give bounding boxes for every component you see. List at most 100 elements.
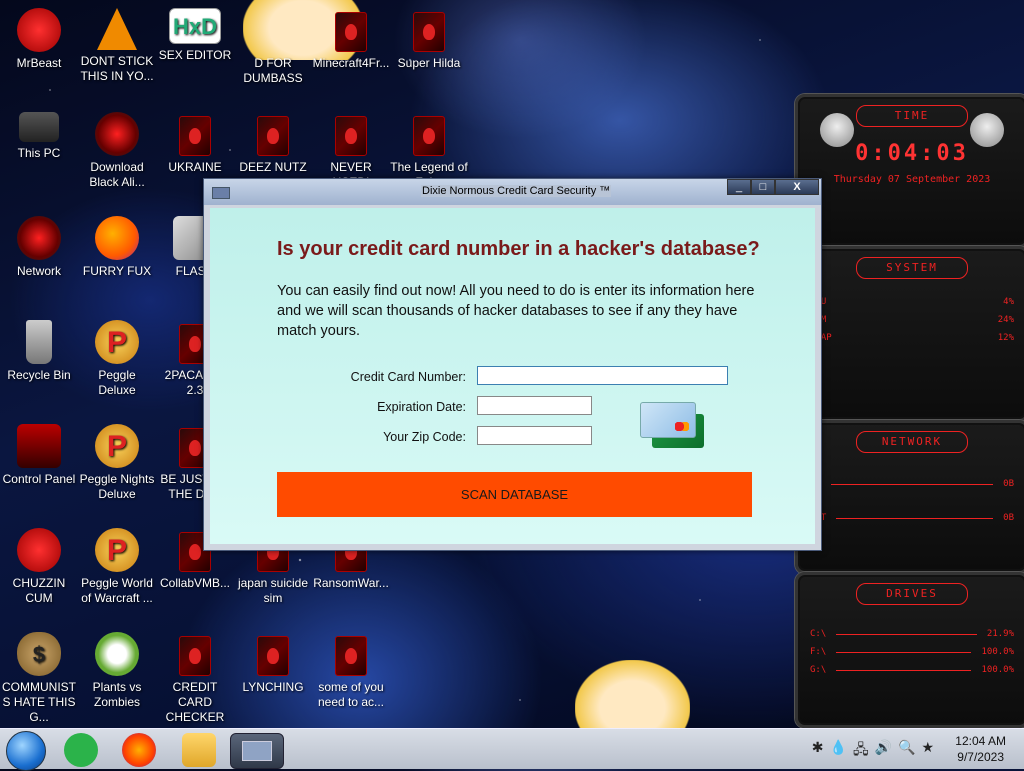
- window-controls: _ □ X: [727, 179, 819, 195]
- network-out-row: OUT0B: [798, 513, 1024, 523]
- expiration-date-label: Expiration Date:: [377, 400, 466, 414]
- search-tray-icon[interactable]: 🔍: [898, 739, 915, 763]
- desktop-icon-vlc[interactable]: DONT STICK THIS IN YO...: [78, 8, 156, 84]
- computer-icon: [19, 112, 59, 142]
- desktop-icon-recycle-bin[interactable]: Recycle Bin: [0, 320, 78, 383]
- peggle-icon: P: [95, 424, 139, 468]
- cpu-row: CPU4%: [810, 297, 1014, 307]
- zip-code-input[interactable]: [477, 426, 592, 445]
- drives-widget: DRIVES C:\ 21.9% F:\ 100.0% G:\ 100.0%: [795, 572, 1024, 728]
- network-in-row: IN0B: [798, 479, 1024, 489]
- swap-row: SWAP12%: [810, 333, 1014, 343]
- alien-icon: [257, 116, 289, 156]
- cartoon-icon: [251, 8, 295, 52]
- desktop-icon-peggle-deluxe[interactable]: P Peggle Deluxe: [78, 320, 156, 398]
- card-number-label: Credit Card Number:: [350, 370, 466, 384]
- peggle-icon: P: [95, 320, 139, 364]
- alien-icon: [179, 116, 211, 156]
- start-orb-button[interactable]: [6, 731, 46, 771]
- card-number-input[interactable]: [477, 366, 728, 385]
- widget-date: Thursday 07 September 2023: [833, 174, 991, 185]
- description-text: You can easily find out now! All you nee…: [277, 283, 755, 339]
- control-panel-icon: [17, 424, 61, 468]
- firefox-taskbar-icon[interactable]: [122, 733, 156, 767]
- desktop-icon-control-panel[interactable]: Control Panel: [0, 424, 78, 487]
- desktop-icon-peggle-nights[interactable]: P Peggle Nights Deluxe: [78, 424, 156, 502]
- drives-widget-header: DRIVES: [856, 583, 968, 605]
- notes-app-icon[interactable]: [64, 733, 98, 767]
- plant-icon: [95, 632, 139, 676]
- app-window-icon: [212, 187, 230, 199]
- alien-head-icon: [95, 112, 139, 156]
- scan-database-button[interactable]: SCAN DATABASE: [277, 472, 752, 517]
- minimize-button[interactable]: _: [727, 179, 751, 195]
- taskbar-date: 9/7/2023: [957, 750, 1004, 764]
- drive-g-row: G:\ 100.0%: [810, 665, 1014, 675]
- desktop-icon-network[interactable]: Network: [0, 216, 78, 279]
- alien-icon: [413, 116, 445, 156]
- desktop-icon-download-black-ali[interactable]: Download Black Ali...: [78, 112, 156, 190]
- taskbar-time: 12:04 AM: [955, 734, 1006, 748]
- page-heading: Is your credit card number in a hacker's…: [277, 238, 760, 260]
- desktop-icon-chuzzin[interactable]: CHUZZIN CUM: [0, 528, 78, 606]
- drive-c-row: C:\ 21.9%: [810, 629, 1014, 639]
- desktop-icon-sex-editor[interactable]: HxD SEX EDITOR: [156, 8, 234, 63]
- expiration-date-input[interactable]: [477, 396, 592, 415]
- taskbar-clock[interactable]: 12:04 AM 9/7/2023: [955, 733, 1006, 765]
- droplet-icon[interactable]: 💧: [830, 739, 847, 763]
- chuzzle-icon: [17, 528, 61, 572]
- recycle-bin-icon: [26, 320, 52, 364]
- close-button[interactable]: X: [775, 179, 819, 195]
- maximize-button[interactable]: □: [751, 179, 775, 195]
- mrbeast-icon: [17, 8, 61, 52]
- desktop-icon-d-for-dumbass[interactable]: D FOR DUMBASS: [234, 8, 312, 86]
- volume-icon[interactable]: 🔊: [875, 739, 892, 763]
- window-titlebar[interactable]: Dixie Normous Credit Card Security ™ _ □…: [204, 179, 821, 205]
- firefox-icon: [95, 216, 139, 260]
- desktop-icon-credit-card-checker[interactable]: CREDIT CARD CHECKER: [156, 632, 234, 725]
- network-widget: NETWORK IN0B OUT0B: [795, 420, 1024, 574]
- time-widget-header: TIME: [856, 105, 968, 127]
- time-widget: TIME 0:04:03 Thursday 07 September 2023: [795, 94, 1024, 248]
- desktop-icon-this-pc[interactable]: This PC: [0, 112, 78, 161]
- file-explorer-icon[interactable]: [182, 733, 216, 767]
- alien-logo-icon: [820, 113, 854, 147]
- alien-icon: [335, 12, 367, 52]
- network-tray-icon[interactable]: 🖧: [853, 739, 869, 763]
- desktop-icon-pvz[interactable]: Plants vs Zombies: [78, 632, 156, 710]
- taskbar: ✱ 💧 🖧 🔊 🔍 ★ 12:04 AM 9/7/2023: [0, 728, 1024, 771]
- desktop-icon-minecraft4fr[interactable]: Minecraft4Fr...: [312, 8, 390, 71]
- window-content: Is your credit card number in a hacker's…: [210, 208, 815, 544]
- desktop-icon-communists[interactable]: $ COMMUNISTS HATE THIS G...: [0, 632, 78, 725]
- network-widget-header: NETWORK: [856, 431, 968, 453]
- money-bag-icon: $: [17, 632, 61, 676]
- network-out-graph: [836, 517, 994, 519]
- alien-icon: [335, 636, 367, 676]
- desktop-icon-super-hilda[interactable]: Super Hilda: [390, 8, 468, 71]
- alien-icon: [335, 116, 367, 156]
- desktop-icon-mrbeast[interactable]: MrBeast: [0, 8, 78, 71]
- credit-card-security-window: Dixie Normous Credit Card Security ™ _ □…: [203, 178, 822, 551]
- ram-row: RAM24%: [810, 315, 1014, 325]
- network-icon: [17, 216, 61, 260]
- window-title: Dixie Normous Credit Card Security ™: [421, 185, 612, 197]
- desktop-icon-deez-nutz[interactable]: DEEZ NUTZ: [234, 112, 312, 175]
- system-widget: SYSTEM CPU4% RAM24% SWAP12%: [795, 246, 1024, 422]
- desktop-icon-some-of-you[interactable]: some of you need to ac...: [312, 632, 390, 710]
- star-icon[interactable]: ★: [921, 739, 934, 763]
- network-in-graph: [830, 483, 994, 485]
- alien-icon: [413, 12, 445, 52]
- desktop-icon-peggle-wow[interactable]: P Peggle World of Warcraft ...: [78, 528, 156, 606]
- desktop-icon-ukraine[interactable]: UKRAINE: [156, 112, 234, 175]
- alien-logo-icon: [970, 113, 1004, 147]
- peggle-icon: P: [95, 528, 139, 572]
- bluetooth-icon[interactable]: ✱: [812, 739, 824, 763]
- desktop-icon-lynching[interactable]: LYNCHING: [234, 632, 312, 695]
- desktop-icon-furry-fux[interactable]: FURRY FUX: [78, 216, 156, 279]
- system-tray: ✱ 💧 🖧 🔊 🔍 ★: [812, 739, 934, 763]
- system-widget-header: SYSTEM: [856, 257, 968, 279]
- hxd-icon: HxD: [169, 8, 221, 44]
- credit-card-app-taskbar-button[interactable]: [230, 733, 284, 769]
- alien-icon: [179, 636, 211, 676]
- credit-cards-icon: [640, 402, 706, 452]
